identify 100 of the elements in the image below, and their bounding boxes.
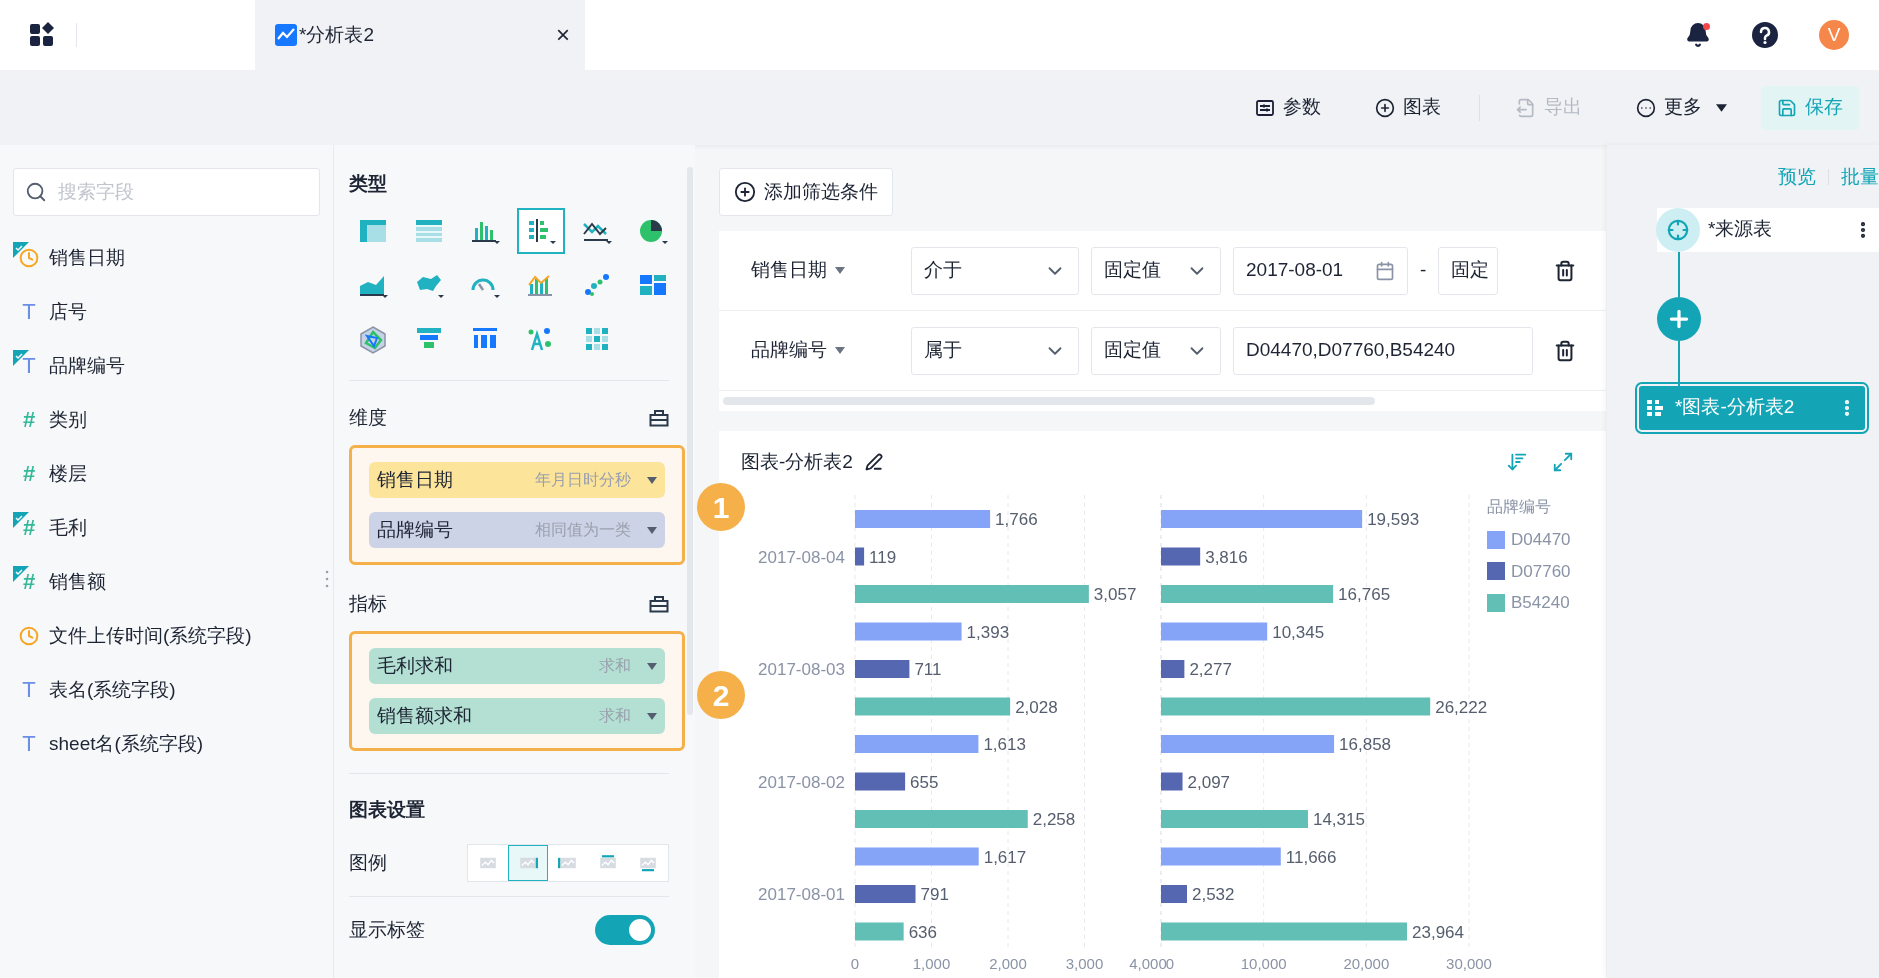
flow-node[interactable]: *来源表 bbox=[1657, 207, 1879, 252]
toolbar-button[interactable]: 图表 bbox=[1359, 85, 1457, 130]
text-type-mark: T bbox=[21, 301, 37, 323]
data-label: 16,765 bbox=[1338, 585, 1391, 604]
pill-label: 销售日期 bbox=[377, 467, 453, 492]
section-title: 类型 bbox=[349, 172, 388, 196]
clock-icon bbox=[19, 248, 39, 268]
measure-drop-zone[interactable]: 毛利求和 求和 销售额求和 求和 bbox=[349, 631, 685, 751]
field-pill[interactable]: 销售日期 年月日时分秒 bbox=[369, 462, 665, 498]
bar bbox=[855, 660, 910, 678]
value-field[interactable]: D04470,D07760,B54240 bbox=[1233, 326, 1533, 375]
legend-position-option[interactable] bbox=[508, 845, 548, 881]
caret-icon bbox=[647, 712, 657, 720]
delete-icon[interactable] bbox=[1554, 339, 1576, 362]
add-filter-button[interactable]: 添加筛选条件 bbox=[719, 168, 893, 216]
app-grid-icon[interactable] bbox=[30, 22, 56, 48]
legend-label: D04470 bbox=[1511, 529, 1571, 551]
number-type-mark: # bbox=[21, 571, 37, 593]
save-icon bbox=[1777, 97, 1797, 118]
data-label: 2,097 bbox=[1187, 772, 1231, 792]
field-name[interactable]: 店号 bbox=[49, 297, 87, 327]
toolbox-icon[interactable] bbox=[649, 595, 669, 613]
add-step-button[interactable] bbox=[1657, 296, 1701, 341]
toolbar-button[interactable]: 参数 bbox=[1239, 85, 1337, 130]
data-label: 655 bbox=[910, 772, 939, 792]
select-field[interactable]: 固定值 bbox=[1091, 326, 1221, 375]
bar bbox=[855, 772, 906, 791]
data-label: 1,617 bbox=[983, 847, 1027, 867]
date-field[interactable]: 2017-08-01 bbox=[1233, 246, 1408, 295]
resize-handle-icon[interactable] bbox=[325, 570, 329, 588]
toolbox-icon[interactable] bbox=[649, 409, 669, 427]
number-type-mark: # bbox=[21, 409, 37, 431]
legend-label: B54240 bbox=[1511, 592, 1570, 614]
filter-field-dropdown[interactable]: 品牌编号 bbox=[751, 336, 911, 365]
clock-icon bbox=[19, 626, 39, 646]
pill-mode: 求和 bbox=[599, 706, 631, 726]
field-name[interactable]: 类别 bbox=[49, 405, 87, 435]
edit-icon[interactable] bbox=[864, 453, 883, 471]
caret-icon bbox=[835, 347, 845, 354]
field-name[interactable]: 销售日期 bbox=[49, 243, 125, 273]
toolbar-button[interactable]: 更多 bbox=[1620, 85, 1743, 130]
section-title: 指标 bbox=[349, 591, 387, 616]
delete-icon[interactable] bbox=[1554, 259, 1576, 282]
data-label: 711 bbox=[914, 660, 942, 679]
data-label: 119 bbox=[869, 547, 897, 567]
close-button[interactable]: × bbox=[556, 23, 570, 47]
data-label: 11,666 bbox=[1285, 847, 1337, 867]
tab-title: *分析表2 bbox=[299, 22, 374, 47]
caret-icon bbox=[647, 476, 657, 484]
help-icon[interactable] bbox=[1751, 21, 1779, 49]
field-name[interactable]: 文件上传时间(系统字段) bbox=[49, 621, 252, 651]
more-icon bbox=[1636, 97, 1656, 118]
field-name[interactable]: 表名(系统字段) bbox=[49, 675, 176, 705]
search-field[interactable]: 搜索字段 bbox=[13, 168, 320, 216]
add-icon bbox=[734, 181, 756, 203]
field-name[interactable]: 楼层 bbox=[49, 459, 87, 489]
sort-icon[interactable] bbox=[1506, 451, 1528, 473]
step-marker: 2 bbox=[697, 671, 745, 719]
data-label: 791 bbox=[920, 885, 949, 904]
text-type-mark: T bbox=[21, 733, 37, 755]
toggle-switch[interactable] bbox=[595, 915, 655, 945]
data-label: 16,858 bbox=[1339, 735, 1392, 754]
pill-mode: 年月日时分秒 bbox=[535, 470, 631, 490]
search-icon bbox=[25, 181, 47, 203]
add-icon bbox=[1375, 97, 1395, 118]
data-label: 2,277 bbox=[1189, 660, 1232, 679]
data-label: 10,345 bbox=[1272, 622, 1325, 642]
select-field[interactable]: 固定 bbox=[1438, 246, 1499, 295]
chart-type-option[interactable] bbox=[517, 208, 565, 254]
data-label: 3,816 bbox=[1205, 547, 1248, 567]
expand-icon[interactable] bbox=[1552, 451, 1574, 473]
data-label: 1,613 bbox=[983, 735, 1026, 754]
axis-tick-label: 1,000 bbox=[912, 955, 951, 972]
horizontal-scrollbar[interactable] bbox=[723, 397, 1375, 405]
node-label: *来源表 bbox=[1708, 217, 1773, 242]
axis-tick-label: 3,000 bbox=[1065, 955, 1104, 972]
select-field[interactable]: 属于 bbox=[911, 326, 1079, 375]
field-pill[interactable]: 毛利求和 求和 bbox=[369, 648, 665, 684]
step-marker: 1 bbox=[697, 483, 745, 531]
category-label: 2017-08-01 bbox=[758, 885, 845, 904]
bar bbox=[855, 547, 865, 566]
field-name[interactable]: 销售额 bbox=[49, 567, 106, 597]
caret-icon bbox=[647, 526, 657, 534]
range-separator: - bbox=[1420, 258, 1427, 283]
axis-tick-label: 10,000 bbox=[1240, 955, 1287, 972]
legend-title: 品牌编号 bbox=[1487, 497, 1552, 517]
number-type-mark: # bbox=[21, 463, 37, 485]
field-pill[interactable]: 销售额求和 求和 bbox=[369, 698, 665, 734]
horizontal-bar-icon bbox=[1647, 398, 1665, 417]
chart-icon bbox=[275, 24, 297, 46]
setting-label: 图例 bbox=[349, 850, 387, 875]
field-name[interactable]: 品牌编号 bbox=[49, 351, 125, 381]
field-name[interactable]: 毛利 bbox=[49, 513, 87, 543]
select-field[interactable]: 介于 bbox=[911, 246, 1079, 295]
filter-field-dropdown[interactable]: 销售日期 bbox=[751, 256, 911, 285]
select-field[interactable]: 固定值 bbox=[1091, 246, 1221, 295]
field-name[interactable]: sheet名(系统字段) bbox=[49, 729, 204, 759]
notification-bell-icon[interactable] bbox=[1685, 22, 1711, 48]
axis-tick-label: 0 bbox=[850, 955, 860, 972]
document-tab[interactable]: *分析表2 × bbox=[255, 0, 585, 70]
